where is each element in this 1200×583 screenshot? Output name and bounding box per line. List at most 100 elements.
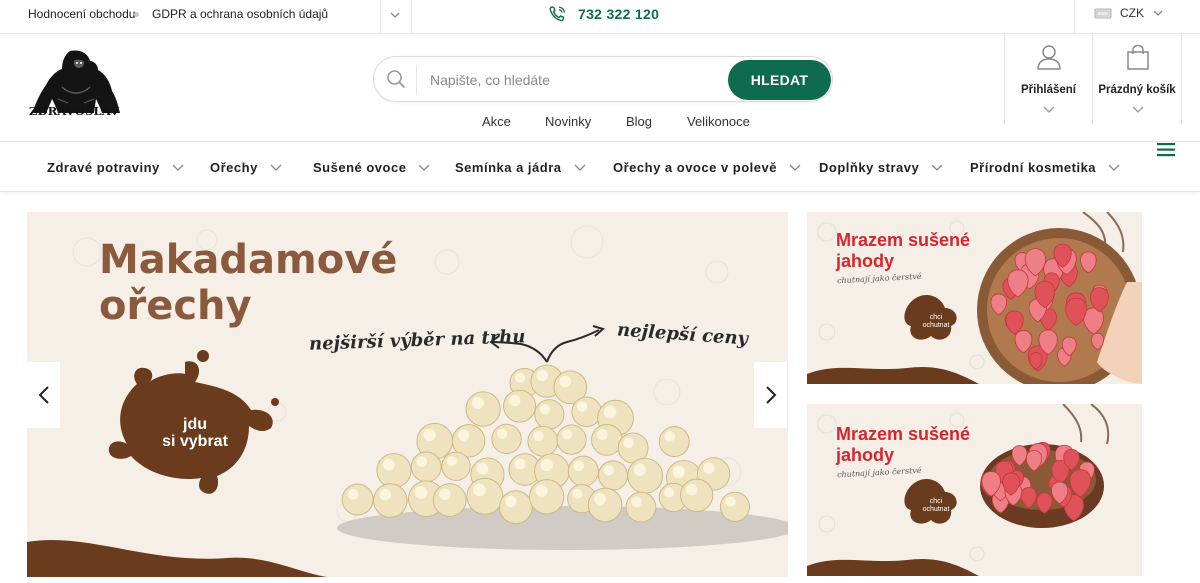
nut-highlight <box>514 458 526 470</box>
chevron-down-icon[interactable] <box>389 9 401 21</box>
cart-label[interactable]: Prázdný košík <box>1093 84 1181 96</box>
nav-item-cosmetics[interactable]: Přírodní kosmetika <box>970 160 1120 175</box>
nut-highlight <box>664 431 676 442</box>
hero-cta[interactable]: jdu si vybrat <box>155 416 235 450</box>
macadamia-nut <box>373 483 408 518</box>
nut-highlight <box>473 483 486 497</box>
nav-label[interactable]: Přírodní kosmetika <box>970 160 1096 175</box>
nut-highlight <box>476 462 489 475</box>
chevron-down-icon[interactable] <box>931 163 943 173</box>
macadamia-nut <box>680 478 714 512</box>
nav-label[interactable]: Zdravé potraviny <box>47 160 160 175</box>
login-label[interactable]: Přihlášení <box>1005 84 1092 96</box>
nut-highlight <box>559 375 572 388</box>
link-novinky[interactable]: Novinky <box>545 114 591 129</box>
side1-cta-line2[interactable]: ochutnat <box>912 322 960 330</box>
nut-highlight <box>573 460 585 472</box>
nut-highlight <box>382 458 395 471</box>
side1-title-line2: jahody <box>836 251 895 271</box>
divider <box>1074 0 1075 34</box>
search-input[interactable] <box>430 69 720 91</box>
nut-highlight <box>594 493 606 505</box>
phone-contact[interactable]: 732 322 120 <box>548 5 659 23</box>
side-banner-strawberries-1[interactable]: Mrazem sušené jahody chutnají jako čerst… <box>807 212 1142 384</box>
macadamia-nut <box>625 491 657 523</box>
hero-title: Makadamové ořechy <box>99 237 397 329</box>
nut-highlight <box>623 437 634 448</box>
macadamia-nut <box>534 399 565 430</box>
nut-highlight <box>347 488 359 500</box>
nut-highlight <box>603 465 614 476</box>
macadamia-nut <box>567 455 599 487</box>
nav-item-supplements[interactable]: Doplňky stravy <box>819 160 943 175</box>
strawberry-slice <box>1083 307 1104 335</box>
currency-selector[interactable]: CZK <box>1094 6 1164 20</box>
store-rating-link[interactable]: Hodnocení obchodu <box>28 7 135 21</box>
side1-title-line1: Mrazem sušené <box>836 230 971 250</box>
currency-label[interactable]: CZK <box>1120 6 1144 20</box>
nut-highlight <box>686 483 698 496</box>
nav-item-coated[interactable]: Ořechy a ovoce v polevě <box>613 160 801 175</box>
nut-highlight <box>446 456 457 467</box>
chevron-down-icon[interactable] <box>574 163 586 173</box>
side2-cta-line1[interactable]: chci <box>912 498 960 506</box>
side2-cta[interactable]: chci ochutnat <box>912 498 960 514</box>
money-icon <box>1094 8 1112 19</box>
chevron-down-icon[interactable] <box>1108 163 1120 173</box>
nut-highlight <box>596 429 608 440</box>
macadamia-nut <box>627 457 664 494</box>
chevron-down-icon[interactable] <box>789 163 801 173</box>
hero-banner[interactable]: Makadamové ořechy nejširší výběr na trhu… <box>27 212 788 577</box>
search-button[interactable]: HLEDAT <box>728 60 831 100</box>
macadamia-nut <box>376 453 412 489</box>
macadamia-nut <box>498 490 533 525</box>
nav-label[interactable]: Semínka a jádra <box>455 160 562 175</box>
nav-label[interactable]: Ořechy a ovoce v polevě <box>613 160 777 175</box>
side-banner-strawberries-2[interactable]: Mrazem sušené jahody chutnají jako čerst… <box>807 404 1142 576</box>
nav-item-nuts[interactable]: Ořechy <box>210 160 282 175</box>
nut-highlight <box>379 488 392 501</box>
chevron-down-icon[interactable] <box>270 163 282 173</box>
carousel-prev-button[interactable] <box>27 362 60 428</box>
cart-button[interactable]: Prázdný košík <box>1092 34 1182 124</box>
hero-title-line2: ořechy <box>99 283 252 329</box>
strawberry-slice <box>1025 450 1043 472</box>
logo-text[interactable]: ZDRAVOSLAV <box>29 104 119 118</box>
search-icon[interactable] <box>386 69 406 89</box>
nut-highlight <box>540 458 553 472</box>
nav-item-healthy-food[interactable]: Zdravé potraviny <box>47 160 184 175</box>
strawberry-slice <box>1080 251 1097 274</box>
nut-highlight <box>572 488 583 499</box>
chevron-down-icon[interactable] <box>1152 7 1164 19</box>
nut-highlight <box>439 488 451 501</box>
side1-cta-line1[interactable]: chci <box>912 314 960 322</box>
chevron-down-icon[interactable] <box>1132 104 1144 114</box>
macadamia-nut <box>491 423 522 455</box>
hero-cta-line2[interactable]: si vybrat <box>155 433 235 450</box>
carousel-next-button[interactable] <box>754 362 787 428</box>
chevron-down-icon[interactable] <box>172 163 184 173</box>
side2-cta-line2[interactable]: ochutnat <box>912 506 960 514</box>
side2-title-line1: Mrazem sušené <box>836 424 971 444</box>
hamburger-menu-icon[interactable] <box>1157 143 1175 157</box>
login-button[interactable]: Přihlášení <box>1004 34 1092 124</box>
link-velikonoce[interactable]: Velikonoce <box>687 114 750 129</box>
nav-label[interactable]: Ořechy <box>210 160 258 175</box>
phone-number[interactable]: 732 322 120 <box>578 6 659 22</box>
macadamia-nut <box>441 451 471 481</box>
link-akce[interactable]: Akce <box>482 114 511 129</box>
chevron-down-icon[interactable] <box>1043 104 1055 114</box>
nav-item-dried-fruit[interactable]: Sušené ovoce <box>313 160 430 175</box>
gdpr-link[interactable]: GDPR a ochrana osobních údajů <box>152 7 328 21</box>
strawberry-slice <box>1065 297 1087 327</box>
nav-label[interactable]: Sušené ovoce <box>313 160 406 175</box>
nav-label[interactable]: Doplňky stravy <box>819 160 919 175</box>
chevron-down-icon[interactable] <box>418 163 430 173</box>
macadamia-nut <box>591 424 623 456</box>
side1-cta[interactable]: chci ochutnat <box>912 314 960 330</box>
hero-cta-line1[interactable]: jdu <box>155 416 235 433</box>
nut-highlight <box>515 372 526 383</box>
link-blog[interactable]: Blog <box>626 114 652 129</box>
search-divider <box>416 65 417 95</box>
nav-item-seeds[interactable]: Semínka a jádra <box>455 160 586 175</box>
